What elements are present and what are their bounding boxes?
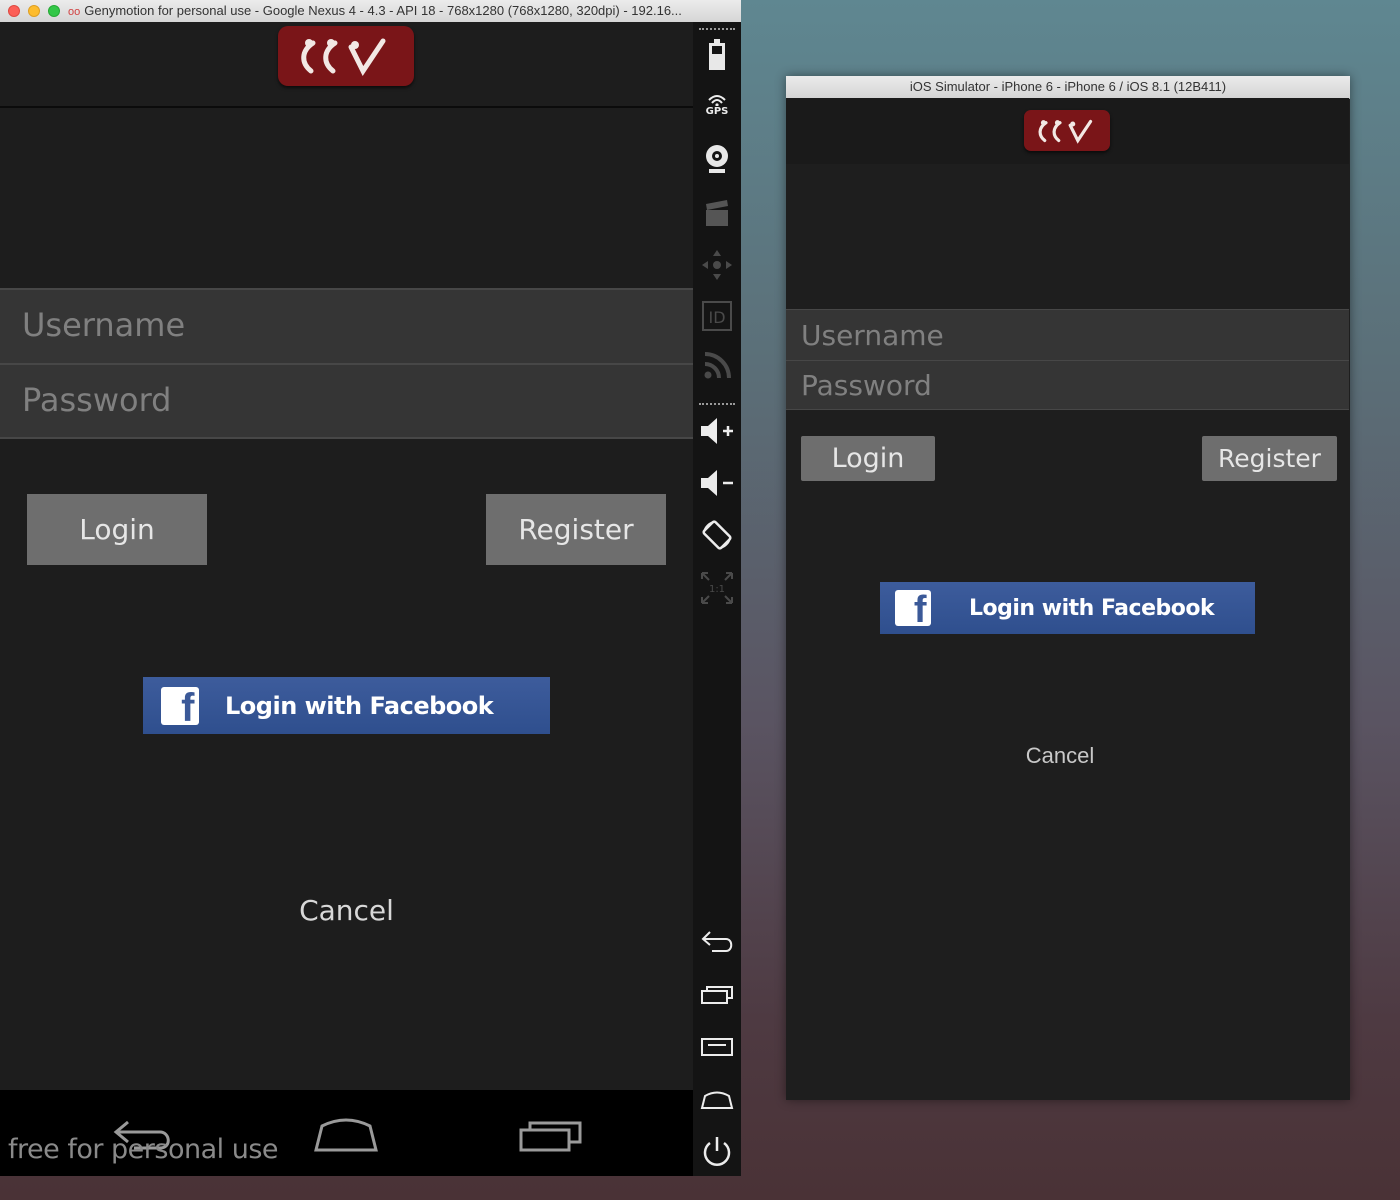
home-icon[interactable] [312, 1116, 380, 1154]
genymotion-titlebar[interactable]: oo Genymotion for personal use - Google N… [0, 0, 741, 23]
volume-up-button[interactable] [693, 416, 741, 446]
pixel-ratio-label: 1:1 [709, 584, 725, 595]
gps-label: GPS [705, 106, 729, 117]
genymotion-title-container: oo Genymotion for personal use - Google N… [68, 3, 738, 18]
gps-signal-icon [708, 95, 726, 106]
dpad-icon [702, 250, 732, 280]
rotate-button[interactable] [693, 518, 741, 552]
clapperboard-icon [706, 200, 728, 226]
network-widget[interactable] [693, 350, 741, 382]
facebook-login-button[interactable]: f Login with Facebook [143, 677, 550, 734]
personal-use-watermark: free for personal use [8, 1134, 279, 1165]
minimize-window-button[interactable] [28, 5, 40, 17]
login-button[interactable]: Login [27, 494, 207, 565]
rss-feed-icon [704, 352, 731, 379]
toolbar-menu-button[interactable] [693, 1036, 741, 1058]
register-button[interactable]: Register [486, 494, 666, 565]
recent-apps-small-icon [701, 986, 733, 1004]
close-window-button[interactable] [8, 5, 20, 17]
ios-facebook-icon: f [895, 590, 931, 626]
rotate-device-icon [702, 520, 732, 550]
device-id-widget[interactable]: ID [693, 300, 741, 332]
ios-password-field[interactable]: Password [786, 360, 1349, 410]
toolbar-recent-apps-button[interactable] [693, 984, 741, 1006]
screencast-widget[interactable] [693, 198, 741, 228]
ios-simulator-window: iOS Simulator - iPhone 6 - iPhone 6 / iO… [786, 76, 1350, 1100]
back-arrow-icon [701, 931, 733, 952]
id-card-icon: ID [702, 301, 732, 331]
ios-logo-glyph-icon [1038, 119, 1093, 144]
recent-apps-icon[interactable] [518, 1118, 584, 1154]
toolbar-grip-middle [699, 403, 735, 409]
camera-widget[interactable] [693, 142, 741, 176]
facebook-icon: f [161, 686, 199, 725]
facebook-login-label: Login with Facebook [225, 691, 494, 720]
username-field[interactable]: Username [0, 288, 693, 363]
ios-facebook-login-button[interactable]: f Login with Facebook [880, 582, 1255, 634]
gps-widget[interactable]: GPS [693, 92, 741, 117]
android-screen: Username Password Login Register f Login… [0, 22, 693, 1176]
zoom-window-button[interactable] [48, 5, 60, 17]
remote-control-widget[interactable] [693, 248, 741, 282]
id-label: ID [708, 308, 725, 327]
volume-up-icon [701, 418, 733, 444]
genymotion-window: oo Genymotion for personal use - Google N… [0, 0, 741, 1176]
genymotion-logo-icon: oo [68, 6, 81, 18]
ios-simulator-titlebar[interactable]: iOS Simulator - iPhone 6 - iPhone 6 / iO… [786, 76, 1350, 99]
ios-app-logo [1024, 110, 1110, 151]
cancel-button[interactable]: Cancel [0, 894, 693, 927]
toolbar-home-button[interactable] [693, 1088, 741, 1110]
toolbar-back-button[interactable] [693, 930, 741, 956]
ios-facebook-login-label: Login with Facebook [969, 595, 1215, 621]
battery-widget[interactable] [693, 38, 741, 72]
volume-down-icon [701, 470, 733, 496]
volume-down-button[interactable] [693, 468, 741, 498]
genymotion-window-title: Genymotion for personal use - Google Nex… [84, 3, 682, 18]
pixel-ratio-icon: 1:1 [701, 572, 733, 604]
toolbar-power-button[interactable] [693, 1134, 741, 1170]
ios-screen: Username Password Login Register f Login… [786, 98, 1349, 1100]
home-small-icon [700, 1091, 734, 1109]
app-logo [278, 26, 414, 86]
ios-register-button[interactable]: Register [1202, 436, 1337, 481]
ios-login-button[interactable]: Login [801, 436, 935, 481]
genymotion-side-toolbar: GPS ID 1:1 [693, 22, 741, 1176]
power-icon [703, 1137, 731, 1166]
ios-app-header [786, 98, 1349, 164]
menu-icon [701, 1038, 733, 1056]
toolbar-grip-top [699, 28, 735, 34]
ios-username-field[interactable]: Username [786, 309, 1349, 360]
ios-cancel-button[interactable]: Cancel [786, 743, 1334, 769]
webcam-icon [706, 145, 728, 173]
pixel-perfect-button[interactable]: 1:1 [693, 570, 741, 606]
logo-glyph-icon [301, 38, 386, 76]
app-header [0, 22, 693, 108]
battery-icon [709, 39, 725, 70]
password-field[interactable]: Password [0, 363, 693, 439]
